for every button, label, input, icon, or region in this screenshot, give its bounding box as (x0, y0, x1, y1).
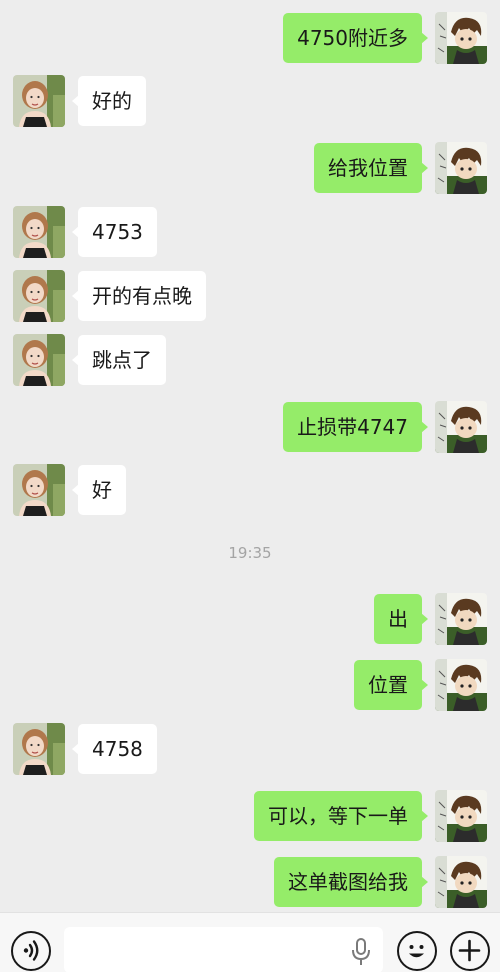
avatar-self[interactable] (435, 142, 487, 194)
avatar-self[interactable] (435, 856, 487, 908)
message-bubble-sent[interactable]: 出 (374, 594, 428, 644)
microphone-icon[interactable] (349, 937, 373, 967)
chat-message-list[interactable]: 4750附近多 好的 给我位置 4753 开的有点晚 跳点了 止损带4747 好… (0, 0, 500, 912)
avatar-contact-image (13, 464, 65, 516)
message-row-received: 好 (0, 464, 500, 516)
emoji-face-icon (409, 945, 424, 958)
avatar-self-image (435, 593, 487, 645)
avatar-contact-image (13, 723, 65, 775)
avatar-contact-image (13, 334, 65, 386)
message-row-received: 4753 (0, 206, 500, 258)
avatar-self[interactable] (435, 12, 487, 64)
message-row-sent: 这单截图给我 (0, 856, 500, 908)
message-row-sent: 出 (0, 593, 500, 645)
plus-icon (458, 939, 481, 962)
message-timestamp: 19:35 (228, 544, 272, 562)
message-bubble-sent[interactable]: 止损带4747 (283, 402, 428, 452)
avatar-self[interactable] (435, 401, 487, 453)
avatar-self-image (435, 659, 487, 711)
voice-wave-icon (23, 940, 39, 961)
more-actions-button[interactable] (450, 931, 490, 971)
message-bubble-sent[interactable]: 位置 (354, 660, 428, 710)
message-bubble-received[interactable]: 跳点了 (72, 335, 166, 385)
avatar-contact-image (13, 206, 65, 258)
avatar-contact[interactable] (13, 723, 65, 775)
message-bubble-sent[interactable]: 4750附近多 (283, 13, 428, 63)
avatar-contact-image (13, 270, 65, 322)
avatar-contact[interactable] (13, 206, 65, 258)
message-row-sent: 可以，等下一单 (0, 790, 500, 842)
chat-input-bar (0, 912, 500, 972)
avatar-self[interactable] (435, 659, 487, 711)
avatar-contact[interactable] (13, 464, 65, 516)
message-row-sent: 止损带4747 (0, 401, 500, 453)
message-row-sent: 4750附近多 (0, 12, 500, 64)
avatar-contact[interactable] (13, 334, 65, 386)
avatar-self[interactable] (435, 790, 487, 842)
message-row-received: 开的有点晚 (0, 270, 500, 322)
message-bubble-received[interactable]: 4753 (72, 207, 157, 257)
message-bubble-received[interactable]: 好 (72, 465, 126, 515)
message-row-sent: 给我位置 (0, 142, 500, 194)
message-bubble-received[interactable]: 4758 (72, 724, 157, 774)
voice-input-button[interactable] (11, 931, 51, 971)
avatar-contact-image (13, 75, 65, 127)
message-bubble-received[interactable]: 开的有点晚 (72, 271, 206, 321)
message-bubble-received[interactable]: 好的 (72, 76, 146, 126)
avatar-self-image (435, 856, 487, 908)
message-bubble-sent[interactable]: 给我位置 (314, 143, 428, 193)
avatar-contact[interactable] (13, 75, 65, 127)
avatar-self-image (435, 12, 487, 64)
avatar-self-image (435, 790, 487, 842)
avatar-self-image (435, 142, 487, 194)
message-row-received: 好的 (0, 75, 500, 127)
avatar-self[interactable] (435, 593, 487, 645)
message-bubble-sent[interactable]: 可以，等下一单 (254, 791, 428, 841)
avatar-self-image (435, 401, 487, 453)
message-bubble-sent[interactable]: 这单截图给我 (274, 857, 428, 907)
avatar-contact[interactable] (13, 270, 65, 322)
emoji-button[interactable] (397, 931, 437, 971)
message-row-received: 跳点了 (0, 334, 500, 386)
message-row-received: 4758 (0, 723, 500, 775)
message-text-input[interactable] (64, 927, 383, 972)
message-row-sent: 位置 (0, 659, 500, 711)
